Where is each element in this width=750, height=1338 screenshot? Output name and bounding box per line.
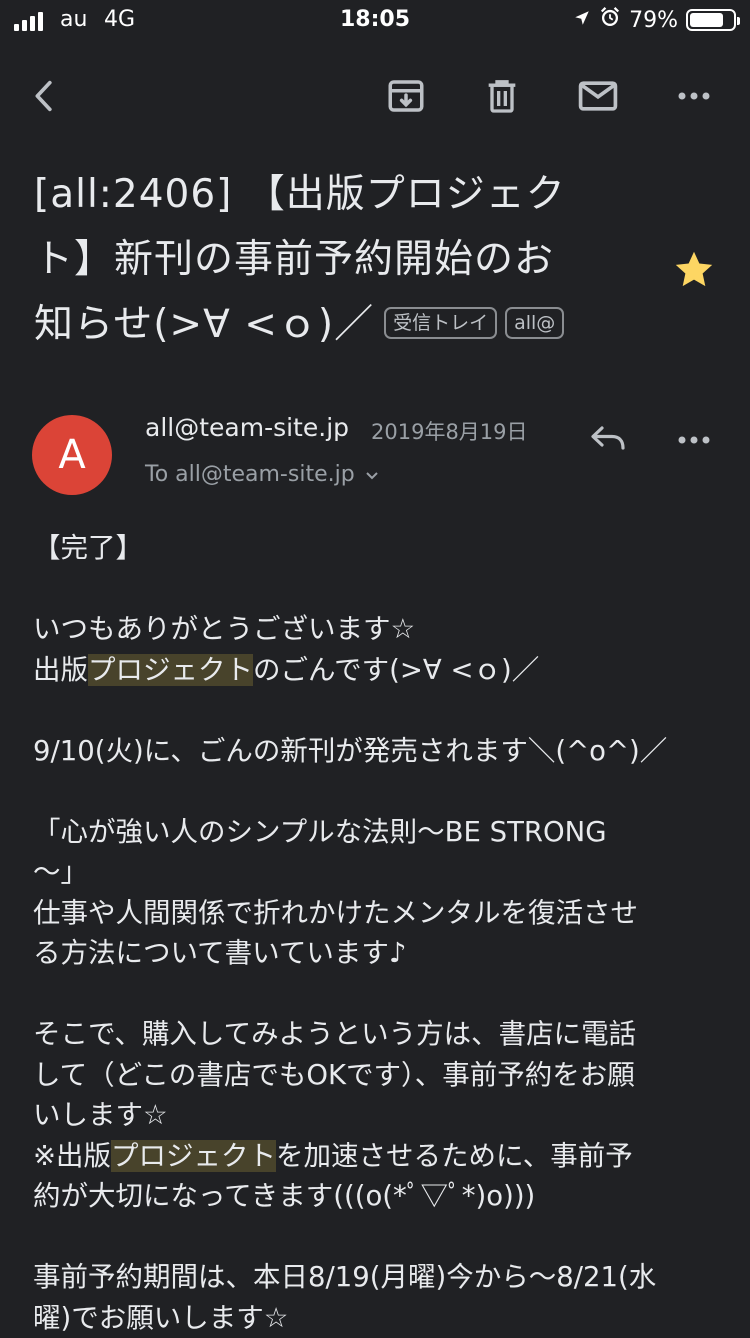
body-text-segment: 出版 — [33, 654, 88, 686]
body-line: 仕事や人間関係で折れかけたメンタルを復活させ — [33, 893, 723, 934]
email-date: 2019年8月19日 — [371, 416, 528, 446]
battery-percent: 79% — [629, 8, 678, 33]
avatar[interactable]: A — [32, 415, 112, 495]
battery-icon — [686, 9, 736, 31]
body-line: そこで、購入してみようという方は、書店に電話 — [33, 1014, 723, 1055]
archive-button[interactable] — [370, 60, 442, 132]
body-line — [33, 690, 723, 731]
subject-line: 知らせ(>∀ <ｏ)／ — [34, 302, 374, 347]
body-line: 約が大切になってきます(((o(*ﾟ▽ﾟ*)o))) — [33, 1176, 723, 1217]
recipients-toggle[interactable]: To all@team-site.jp — [145, 462, 379, 487]
label-inbox[interactable]: 受信トレイ — [384, 307, 497, 339]
subject-line: [all:2406] 【出版プロジェク — [34, 162, 674, 227]
email-subject: [all:2406] 【出版プロジェク ト】新刊の事前予約開始のお 知らせ(>∀… — [34, 162, 674, 357]
body-line — [33, 771, 723, 812]
mark-unread-button[interactable] — [562, 60, 634, 132]
body-line: ※出版プロジェクトを加速させるために、事前予 — [33, 1136, 723, 1177]
body-line: 「心が強い人のシンプルな法則〜BE STRONG — [33, 812, 723, 853]
sender-address[interactable]: all@team-site.jp — [145, 413, 349, 442]
trash-icon — [482, 76, 522, 116]
body-line — [33, 974, 723, 1015]
email-body: 【完了】 いつもありがとうございます☆ 出版プロジェクトのごんです(>∀ <ｏ)… — [33, 528, 723, 1338]
archive-icon — [385, 75, 427, 117]
body-line: 【完了】 — [33, 528, 723, 569]
body-line: 事前予約期間は、本日8/19(月曜)今から〜8/21(水 — [33, 1257, 723, 1298]
back-button[interactable] — [8, 60, 80, 132]
status-bar: au 4G 18:05 79% — [0, 0, 750, 40]
body-text-segment: ※出版 — [33, 1140, 111, 1172]
label-all[interactable]: all@ — [505, 307, 564, 339]
body-text-segment: を加速させるために、事前予 — [276, 1140, 633, 1172]
back-arrow-icon — [24, 76, 64, 116]
delete-button[interactable] — [466, 60, 538, 132]
message-more-button[interactable] — [668, 418, 720, 462]
more-options-icon — [676, 90, 712, 102]
body-line: して（どこの書店でもOKです）、事前予約をお願 — [33, 1055, 723, 1096]
location-arrow-icon — [573, 8, 591, 33]
subject-line: ト】新刊の事前予約開始のお — [34, 227, 674, 292]
alarm-clock-icon — [599, 6, 621, 34]
body-line — [33, 569, 723, 610]
body-line: 9/10(火)に、ごんの新刊が発売されます＼(^o^)／ — [33, 731, 723, 772]
body-line: る方法について書いています♪ — [33, 933, 723, 974]
body-line: 曜)でお願いします☆ — [33, 1298, 723, 1338]
more-options-icon — [676, 431, 712, 450]
email-toolbar — [0, 60, 750, 132]
star-button[interactable] — [671, 247, 717, 293]
mail-unread-icon — [576, 74, 620, 118]
recipients-text: To all@team-site.jp — [145, 462, 355, 487]
reply-button[interactable] — [580, 415, 636, 467]
body-line — [33, 1217, 723, 1258]
search-highlight: プロジェクト — [88, 654, 253, 686]
star-icon — [671, 278, 717, 297]
body-line: いします☆ — [33, 1095, 723, 1136]
chevron-down-icon — [365, 462, 379, 487]
reply-icon — [588, 422, 628, 460]
search-highlight: プロジェクト — [111, 1140, 276, 1172]
more-options-button[interactable] — [658, 60, 730, 132]
body-line: いつもありがとうございます☆ — [33, 609, 723, 650]
body-line: 出版プロジェクトのごんです(>∀ <ｏ)／ — [33, 650, 723, 691]
body-text-segment: のごんです(>∀ <ｏ)／ — [253, 654, 539, 686]
body-line: 〜」 — [33, 852, 723, 893]
